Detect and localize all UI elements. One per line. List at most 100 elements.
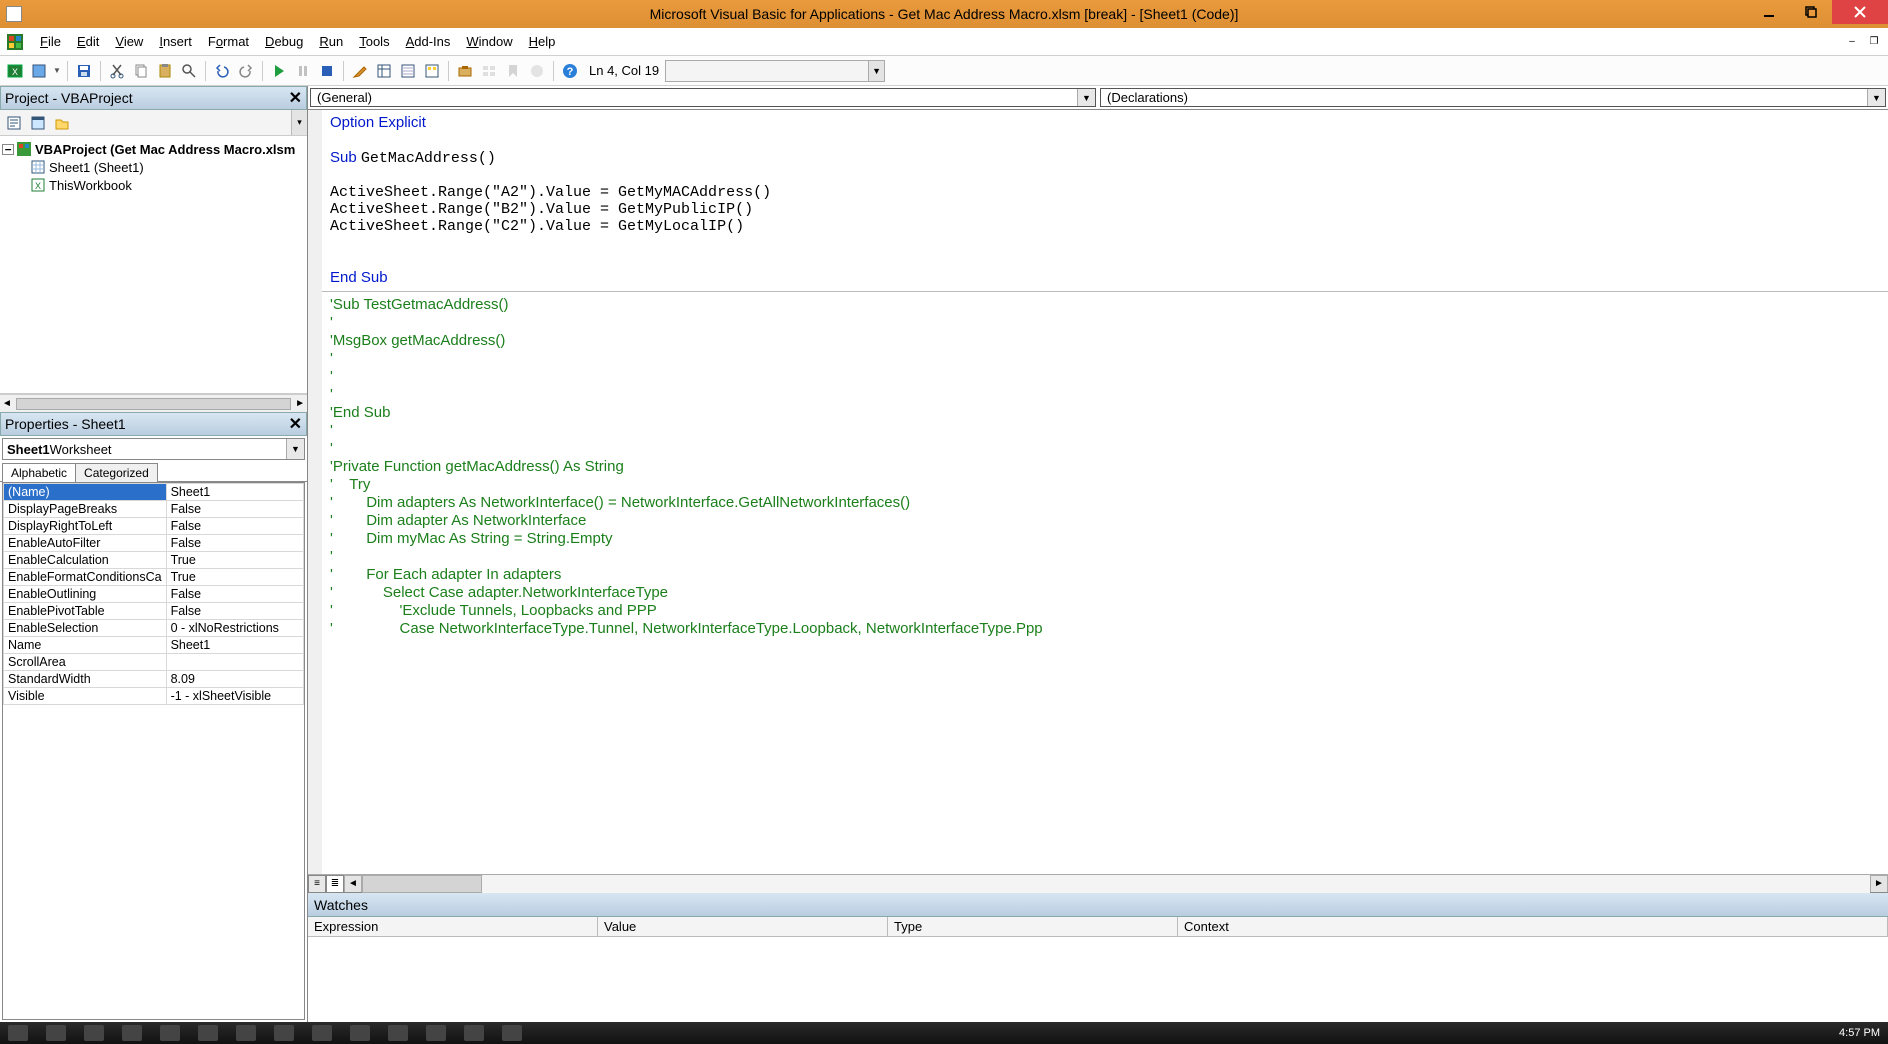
scroll-right-icon[interactable]: ► xyxy=(295,398,305,409)
property-row[interactable]: EnableSelection0 - xlNoRestrictions xyxy=(4,620,304,637)
break-button[interactable] xyxy=(292,60,314,82)
menu-help[interactable]: Help xyxy=(521,30,564,53)
watches-col-expression[interactable]: Expression xyxy=(308,917,598,936)
property-row[interactable]: StandardWidth8.09 xyxy=(4,671,304,688)
vba-help-button[interactable] xyxy=(526,60,548,82)
undo-button[interactable] xyxy=(211,60,233,82)
toggle-bookmark-button[interactable] xyxy=(502,60,524,82)
property-row[interactable]: EnableAutoFilterFalse xyxy=(4,535,304,552)
insert-userform-button[interactable] xyxy=(28,60,50,82)
properties-window-button[interactable] xyxy=(397,60,419,82)
view-excel-button[interactable]: X xyxy=(4,60,26,82)
property-row[interactable]: NameSheet1 xyxy=(4,637,304,654)
tab-categorized[interactable]: Categorized xyxy=(75,463,158,482)
menu-file[interactable]: File xyxy=(32,30,69,53)
menu-format[interactable]: Format xyxy=(200,30,257,53)
property-value[interactable]: False xyxy=(166,535,303,552)
property-value[interactable]: True xyxy=(166,569,303,586)
property-row[interactable]: DisplayRightToLeftFalse xyxy=(4,518,304,535)
menu-run[interactable]: Run xyxy=(311,30,351,53)
object-combo[interactable]: (General) ▼ xyxy=(310,88,1096,107)
taskbar-app-icon[interactable] xyxy=(160,1025,180,1041)
menu-edit[interactable]: Edit xyxy=(69,30,107,53)
mdi-restore-button[interactable]: ❐ xyxy=(1864,34,1884,50)
taskbar-app-icon[interactable] xyxy=(236,1025,256,1041)
taskbar-app-icon[interactable] xyxy=(464,1025,484,1041)
watches-col-context[interactable]: Context xyxy=(1178,917,1888,936)
property-value[interactable] xyxy=(166,654,303,671)
property-row[interactable]: Visible-1 - xlSheetVisible xyxy=(4,688,304,705)
menu-tools[interactable]: Tools xyxy=(351,30,397,53)
property-value[interactable]: False xyxy=(166,603,303,620)
toolbar-empty-combo[interactable]: ▼ xyxy=(665,60,885,82)
project-root-row[interactable]: − VBAProject (Get Mac Address Macro.xlsm xyxy=(2,140,305,158)
properties-object-combo[interactable]: Sheet1 Worksheet ▼ xyxy=(2,438,305,460)
save-button[interactable] xyxy=(73,60,95,82)
property-value[interactable]: -1 - xlSheetVisible xyxy=(166,688,303,705)
menu-addins[interactable]: Add-Ins xyxy=(398,30,459,53)
app-sysmenu-icon[interactable] xyxy=(6,6,22,22)
scroll-left-icon[interactable]: ◄ xyxy=(344,875,362,893)
taskbar-app-icon[interactable] xyxy=(350,1025,370,1041)
property-row[interactable]: EnableOutliningFalse xyxy=(4,586,304,603)
property-row[interactable]: ScrollArea xyxy=(4,654,304,671)
windows-taskbar[interactable]: 4:57 PM xyxy=(0,1022,1888,1044)
taskbar-app-icon[interactable] xyxy=(502,1025,522,1041)
scroll-right-icon[interactable]: ► xyxy=(1870,875,1888,893)
insert-dropdown[interactable]: ▼ xyxy=(52,66,62,75)
property-row[interactable]: EnableCalculationTrue xyxy=(4,552,304,569)
full-module-view-button[interactable]: ≣ xyxy=(326,875,344,893)
project-toolbar-overflow[interactable]: ▾ xyxy=(291,110,307,135)
property-value[interactable]: 0 - xlNoRestrictions xyxy=(166,620,303,637)
property-value[interactable]: Sheet1 xyxy=(166,484,303,501)
help-button[interactable]: ? xyxy=(559,60,581,82)
procedure-combo[interactable]: (Declarations) ▼ xyxy=(1100,88,1886,107)
menu-insert[interactable]: Insert xyxy=(151,30,200,53)
tab-order-button[interactable] xyxy=(478,60,500,82)
property-value[interactable]: Sheet1 xyxy=(166,637,303,654)
object-browser-button[interactable] xyxy=(421,60,443,82)
watches-body[interactable] xyxy=(308,937,1888,1022)
project-explorer-button[interactable] xyxy=(373,60,395,82)
menu-view[interactable]: View xyxy=(107,30,151,53)
project-hscrollbar[interactable]: ◄ ► xyxy=(0,394,307,412)
property-value[interactable]: False xyxy=(166,501,303,518)
taskbar-app-icon[interactable] xyxy=(84,1025,104,1041)
property-value[interactable]: True xyxy=(166,552,303,569)
tree-item-thisworkbook[interactable]: X ThisWorkbook xyxy=(2,176,305,194)
tree-collapse-icon[interactable]: − xyxy=(2,144,14,155)
toggle-folders-icon[interactable] xyxy=(52,113,72,133)
taskbar-app-icon[interactable] xyxy=(312,1025,332,1041)
view-code-icon[interactable] xyxy=(4,113,24,133)
run-button[interactable] xyxy=(268,60,290,82)
taskbar-app-icon[interactable] xyxy=(198,1025,218,1041)
scroll-thumb[interactable] xyxy=(16,398,291,410)
menu-window[interactable]: Window xyxy=(458,30,520,53)
paste-button[interactable] xyxy=(154,60,176,82)
find-button[interactable] xyxy=(178,60,200,82)
tree-item-sheet1[interactable]: Sheet1 (Sheet1) xyxy=(2,158,305,176)
redo-button[interactable] xyxy=(235,60,257,82)
taskbar-app-icon[interactable] xyxy=(426,1025,446,1041)
window-minimize-button[interactable] xyxy=(1748,0,1790,24)
window-restore-button[interactable] xyxy=(1790,0,1832,24)
properties-panel-close-button[interactable]: ✕ xyxy=(289,414,302,434)
mdi-minimize-button[interactable]: – xyxy=(1842,34,1862,50)
taskbar-app-icon[interactable] xyxy=(122,1025,142,1041)
watches-col-value[interactable]: Value xyxy=(598,917,888,936)
code-hscrollbar[interactable]: ≡ ≣ ◄ ► xyxy=(308,874,1888,892)
property-row[interactable]: EnableFormatConditionsCaTrue xyxy=(4,569,304,586)
taskbar-app-icon[interactable] xyxy=(388,1025,408,1041)
property-row[interactable]: (Name)Sheet1 xyxy=(4,484,304,501)
scroll-left-icon[interactable]: ◄ xyxy=(2,398,12,409)
taskbar-app-icon[interactable] xyxy=(274,1025,294,1041)
scroll-track[interactable] xyxy=(362,875,1870,893)
property-row[interactable]: EnablePivotTableFalse xyxy=(4,603,304,620)
tab-alphabetic[interactable]: Alphabetic xyxy=(2,463,76,482)
menu-debug[interactable]: Debug xyxy=(257,30,311,53)
view-object-icon[interactable] xyxy=(28,113,48,133)
taskbar-app-icon[interactable] xyxy=(46,1025,66,1041)
properties-grid[interactable]: (Name)Sheet1DisplayPageBreaksFalseDispla… xyxy=(2,482,305,1020)
property-value[interactable]: False xyxy=(166,518,303,535)
design-mode-button[interactable] xyxy=(349,60,371,82)
